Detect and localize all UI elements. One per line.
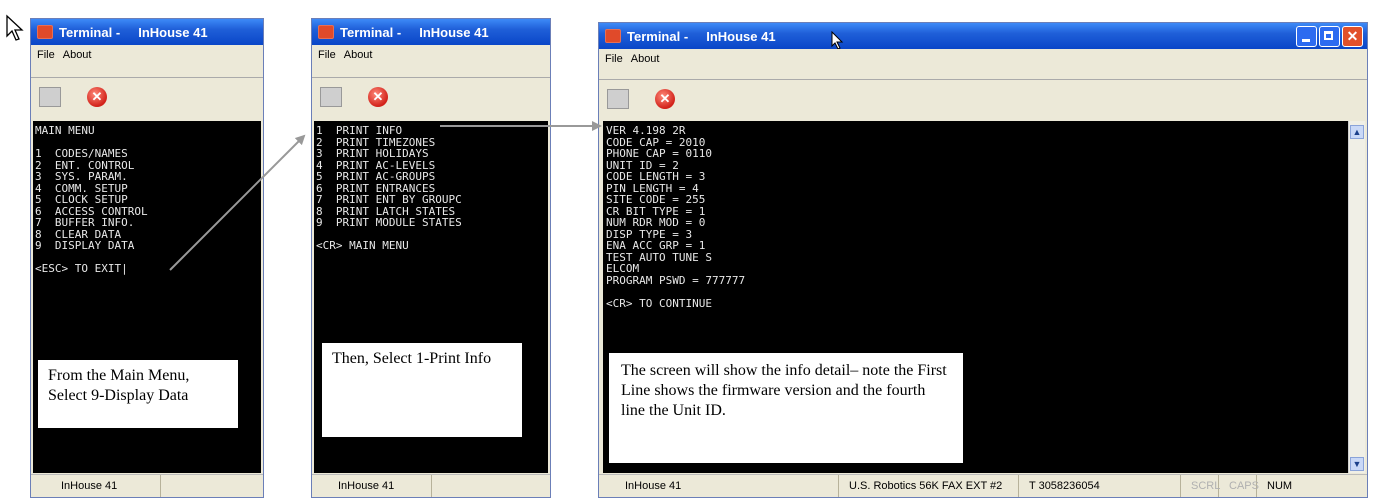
terminal-line: TEST AUTO TUNE S: [606, 250, 712, 264]
terminal-line: CODE CAP = 2010: [606, 135, 706, 149]
cursor-arrow-icon: [6, 14, 24, 41]
menu-file[interactable]: File: [37, 49, 55, 61]
toolbar: ✕: [31, 77, 263, 116]
callout-step-3: The screen will show the info detail– no…: [609, 353, 963, 463]
terminal-line: NUM RDR MOD = 0: [606, 216, 706, 229]
terminal-line: 3 SYS. PARAM.: [35, 170, 128, 183]
status-connection: InHouse 41: [31, 475, 161, 497]
terminal-line: MAIN MENU: [35, 124, 95, 137]
status-modem: U.S. Robotics 56K FAX EXT #2: [839, 475, 1019, 497]
edit-icon[interactable]: [607, 89, 629, 109]
terminal-line: 7 BUFFER INFO.: [35, 216, 135, 229]
terminal-line: 3 PRINT HOLIDAYS: [316, 147, 429, 160]
terminal-icon: [605, 29, 621, 43]
close-icon[interactable]: ✕: [368, 87, 388, 107]
status-num: NUM: [1267, 480, 1293, 492]
terminal-line: CODE LENGTH = 3: [606, 170, 706, 183]
terminal-line: 5 PRINT AC-GROUPS: [316, 170, 436, 183]
status-bar: InHouse 41: [31, 474, 263, 497]
scroll-up-icon[interactable]: ▲: [1350, 125, 1364, 139]
status-phone: T 3058236054: [1019, 475, 1181, 497]
edit-icon[interactable]: [39, 87, 61, 107]
terminal-line: VER 4.198 2R: [606, 124, 686, 137]
terminal-line: PIN LENGTH = 4: [606, 181, 699, 195]
scroll-down-icon[interactable]: ▼: [1350, 457, 1364, 471]
terminal-icon: [37, 25, 53, 39]
title-bar[interactable]: Terminal - InHouse 41 ✕: [599, 23, 1367, 50]
cursor-arrow-icon: [831, 31, 844, 50]
menu-about[interactable]: About: [63, 49, 92, 61]
terminal-line: ELCOM: [606, 262, 640, 275]
minimize-icon[interactable]: [1296, 26, 1317, 47]
close-icon[interactable]: ✕: [1342, 26, 1363, 47]
status-connection: InHouse 41: [312, 475, 432, 497]
terminal-line: 5 CLOCK SETUP: [35, 193, 128, 206]
terminal-line: 9 DISPLAY DATA: [35, 239, 135, 252]
terminal-line: PHONE CAP = 0110: [606, 147, 712, 160]
terminal-line: CR BIT TYPE = 1: [606, 204, 706, 218]
status-bar: InHouse 41: [312, 474, 550, 497]
callout-step-1: From the Main Menu, Select 9-Display Dat…: [38, 360, 238, 428]
terminal-line: UNIT ID = 2: [606, 158, 679, 172]
terminal-line: DISP TYPE = 3: [606, 227, 693, 241]
window-title: Terminal - InHouse 41: [340, 24, 489, 40]
terminal-line: <CR> TO CONTINUE: [606, 296, 712, 310]
menu-about[interactable]: About: [344, 49, 373, 61]
terminal-line: 1 PRINT INFO: [316, 124, 403, 137]
status-bar: InHouse 41 U.S. Robotics 56K FAX EXT #2 …: [599, 474, 1367, 497]
window-title: Terminal - InHouse 41: [59, 24, 208, 40]
terminal-line: ENA ACC GRP = 1: [606, 239, 706, 252]
status-caps: CAPS: [1219, 475, 1259, 497]
menu-file[interactable]: File: [605, 53, 623, 65]
terminal-line: SITE CODE = 255: [606, 193, 706, 206]
callout-step-2: Then, Select 1-Print Info: [322, 343, 522, 437]
edit-icon[interactable]: [320, 87, 342, 107]
title-bar[interactable]: Terminal - InHouse 41: [31, 19, 263, 45]
window-title: Terminal - InHouse 41: [627, 28, 776, 44]
toolbar: ✕: [312, 77, 550, 116]
close-icon[interactable]: ✕: [87, 87, 107, 107]
terminal-line: 1 CODES/NAMES: [35, 147, 128, 160]
terminal-icon: [318, 25, 334, 39]
status-scrl: SCRL: [1181, 475, 1220, 497]
terminal-line: 7 PRINT ENT BY GROUPC: [316, 193, 462, 206]
close-icon[interactable]: ✕: [655, 89, 675, 109]
menu-bar: File About: [599, 49, 1367, 69]
vertical-scrollbar[interactable]: ▲ ▼: [1348, 121, 1365, 473]
terminal-line: <ESC> TO EXIT|: [35, 262, 128, 275]
menu-bar: File About: [31, 45, 263, 65]
terminal-line: 9 PRINT MODULE STATES: [316, 216, 462, 229]
menu-about[interactable]: About: [631, 53, 660, 65]
maximize-icon[interactable]: [1319, 26, 1340, 47]
toolbar: ✕: [599, 79, 1367, 118]
menu-file[interactable]: File: [318, 49, 336, 61]
menu-bar: File About: [312, 45, 550, 65]
terminal-line: PROGRAM PSWD = 777777: [606, 273, 746, 287]
title-bar[interactable]: Terminal - InHouse 41: [312, 19, 550, 45]
terminal-line: <CR> MAIN MENU: [316, 239, 409, 252]
status-connection: InHouse 41: [599, 475, 839, 497]
